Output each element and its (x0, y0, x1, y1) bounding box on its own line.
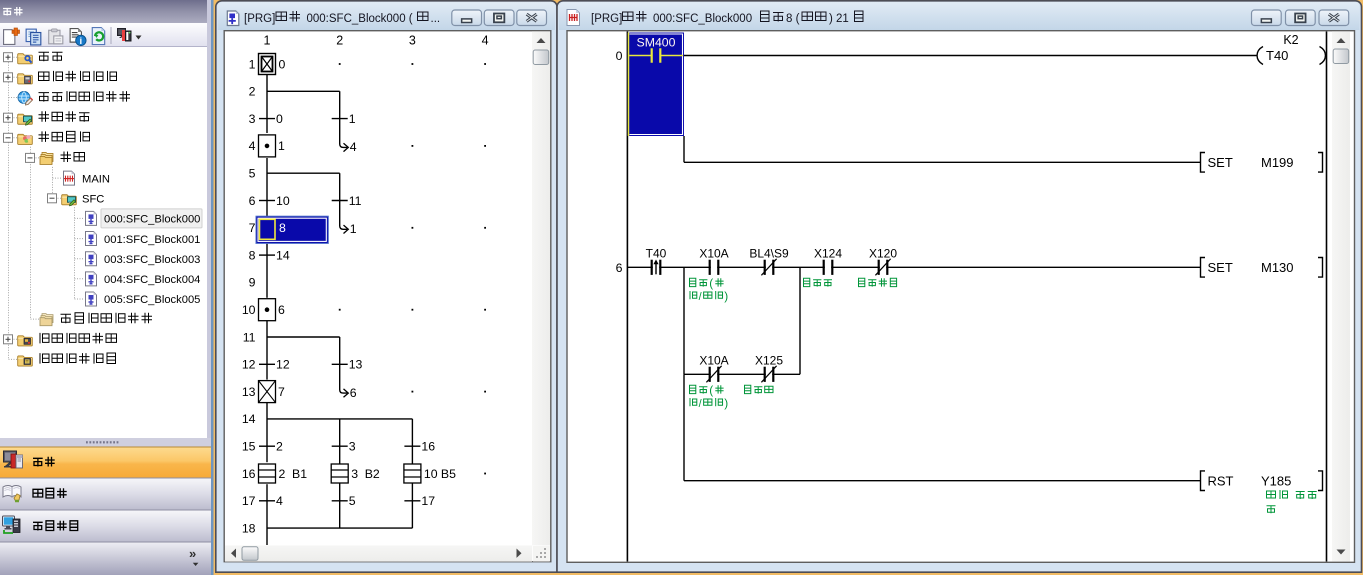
svg-text:B5: B5 (441, 467, 456, 481)
svg-text:) 21: ) 21 (829, 13, 849, 25)
svg-text:X10A: X10A (699, 246, 728, 260)
svg-text:14: 14 (242, 412, 256, 426)
svg-text:0: 0 (276, 112, 283, 126)
svg-text:4: 4 (482, 34, 489, 48)
svg-text:BL4\S9: BL4\S9 (749, 246, 789, 260)
svg-text:11: 11 (243, 330, 256, 344)
svg-text:T40: T40 (646, 246, 667, 260)
svg-text:2: 2 (279, 467, 286, 481)
svg-text:Y185: Y185 (1261, 473, 1291, 488)
svg-text:3: 3 (409, 34, 416, 48)
svg-text:000:SFC_Block000 (: 000:SFC_Block000 ( (307, 13, 413, 25)
svg-text:1: 1 (264, 34, 271, 48)
svg-text:SM400: SM400 (637, 36, 676, 50)
svg-text:X120: X120 (869, 246, 897, 260)
svg-text:8: 8 (249, 248, 256, 262)
svg-text:10: 10 (242, 303, 256, 317)
svg-text:000:SFC_Block000: 000:SFC_Block000 (653, 13, 752, 25)
svg-text:10: 10 (276, 194, 290, 208)
svg-text:i: i (80, 36, 83, 47)
svg-text:1: 1 (350, 222, 357, 236)
svg-text:(: ( (709, 383, 713, 397)
svg-text:2: 2 (249, 85, 256, 99)
svg-text:12: 12 (276, 358, 290, 372)
svg-text:3: 3 (351, 467, 358, 481)
svg-text:[PRG]: [PRG] (591, 13, 622, 25)
svg-text:3: 3 (249, 112, 256, 126)
svg-text:/: / (699, 291, 702, 303)
svg-text:/: / (699, 398, 702, 410)
svg-text:16: 16 (421, 440, 435, 454)
svg-text:001:SFC_Block001: 001:SFC_Block001 (104, 234, 200, 246)
svg-text:4: 4 (350, 140, 357, 154)
svg-text:8 (: 8 ( (786, 13, 800, 25)
svg-text:7: 7 (278, 385, 285, 399)
svg-text:4: 4 (249, 139, 256, 153)
svg-text:7: 7 (249, 221, 256, 235)
svg-text:004:SFC_Block004: 004:SFC_Block004 (104, 274, 200, 286)
svg-text:K2: K2 (1283, 33, 1298, 47)
svg-text:SFC: SFC (82, 193, 104, 205)
svg-text:17: 17 (421, 494, 435, 508)
svg-text:B1: B1 (292, 467, 307, 481)
svg-text:005:SFC_Block005: 005:SFC_Block005 (104, 294, 200, 306)
svg-text:1: 1 (349, 112, 356, 126)
svg-text:4: 4 (276, 494, 283, 508)
svg-text:6: 6 (616, 261, 623, 275)
svg-text:(: ( (709, 276, 713, 290)
svg-text:11: 11 (349, 194, 362, 208)
svg-text:): ) (724, 289, 728, 303)
svg-text:000:SFC_Block000: 000:SFC_Block000 (104, 214, 200, 226)
svg-text:1: 1 (249, 57, 256, 71)
svg-text:X125: X125 (755, 353, 783, 367)
svg-text:2: 2 (276, 440, 283, 454)
svg-text:13: 13 (242, 385, 256, 399)
svg-text:...: ... (431, 13, 441, 25)
svg-text:SET: SET (1208, 260, 1233, 275)
svg-text:0: 0 (279, 57, 286, 71)
svg-text:SET: SET (1208, 155, 1233, 170)
svg-text:18: 18 (242, 521, 256, 535)
svg-text:8: 8 (279, 221, 286, 235)
svg-text:14: 14 (276, 248, 290, 262)
svg-text:6: 6 (249, 194, 256, 208)
svg-text:6: 6 (350, 386, 357, 400)
svg-text:17: 17 (242, 494, 256, 508)
svg-text:9: 9 (249, 276, 256, 290)
svg-text:M199: M199 (1261, 155, 1294, 170)
svg-text:2: 2 (336, 34, 343, 48)
svg-text:MAIN: MAIN (82, 173, 110, 185)
svg-text:T40: T40 (1266, 48, 1288, 63)
svg-text:[PRG]: [PRG] (244, 13, 275, 25)
svg-text:1: 1 (278, 139, 285, 153)
svg-text:003:SFC_Block003: 003:SFC_Block003 (104, 254, 200, 266)
svg-text:0: 0 (616, 49, 623, 63)
svg-text:B2: B2 (365, 467, 380, 481)
svg-text:16: 16 (242, 467, 256, 481)
svg-text:M130: M130 (1261, 260, 1294, 275)
svg-text:3: 3 (349, 440, 356, 454)
svg-text:6: 6 (278, 303, 285, 317)
svg-text:): ) (724, 396, 728, 410)
svg-text:10: 10 (424, 467, 438, 481)
svg-text:5: 5 (349, 494, 356, 508)
svg-text:15: 15 (242, 440, 256, 454)
svg-text:5: 5 (249, 167, 256, 181)
svg-text:X124: X124 (814, 246, 842, 260)
svg-text:RST: RST (1208, 473, 1234, 488)
svg-text:X10A: X10A (699, 353, 728, 367)
svg-text:12: 12 (242, 358, 256, 372)
svg-text:»: » (189, 546, 196, 561)
svg-text:13: 13 (349, 358, 363, 372)
